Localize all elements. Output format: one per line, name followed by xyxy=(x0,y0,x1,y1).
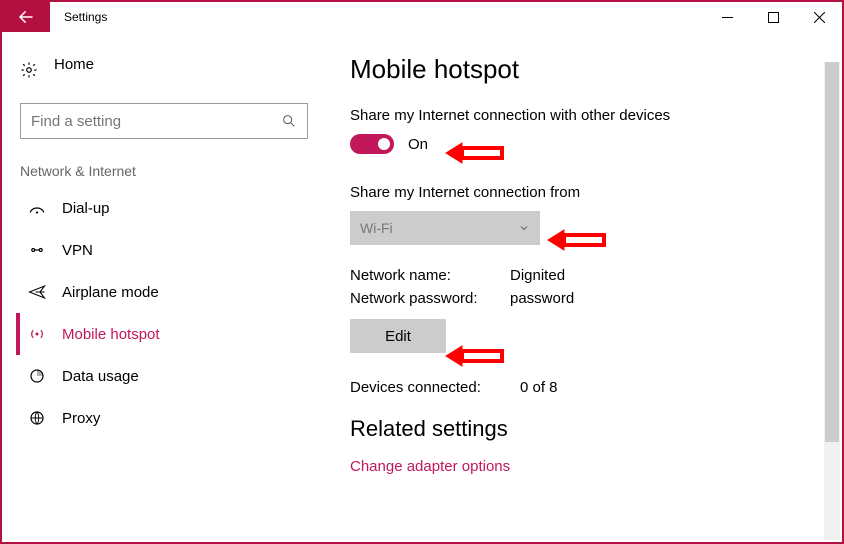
home-label: Home xyxy=(54,56,94,73)
search-input[interactable] xyxy=(31,113,281,130)
sidebar-item-label: Airplane mode xyxy=(62,284,159,301)
toggle-knob xyxy=(378,138,390,150)
sidebar-item-label: Proxy xyxy=(62,410,100,427)
search-box[interactable] xyxy=(20,103,308,139)
share-from-select[interactable]: Wi-Fi xyxy=(350,211,540,245)
sidebar-item-proxy[interactable]: Proxy xyxy=(16,397,312,439)
toggle-state-label: On xyxy=(408,136,428,153)
devices-connected-label: Devices connected: xyxy=(350,379,520,396)
sidebar-item-label: Mobile hotspot xyxy=(62,326,160,343)
close-button[interactable] xyxy=(796,2,842,32)
sidebar-item-vpn[interactable]: VPN xyxy=(16,229,312,271)
sidebar-item-mobile-hotspot[interactable]: Mobile hotspot xyxy=(16,313,312,355)
back-button[interactable] xyxy=(2,2,50,32)
maximize-button[interactable] xyxy=(750,2,796,32)
share-from-label: Share my Internet connection from xyxy=(350,184,824,201)
maximize-icon xyxy=(768,12,779,23)
hotspot-icon xyxy=(28,325,46,343)
scrollbar-thumb[interactable] xyxy=(825,62,839,442)
network-password-label: Network password: xyxy=(350,290,510,307)
window-controls xyxy=(704,2,842,32)
minimize-icon xyxy=(722,12,733,23)
search-icon xyxy=(281,113,297,129)
scrollbar[interactable] xyxy=(824,62,840,540)
network-name-value: Dignited xyxy=(510,267,565,284)
sidebar-item-data-usage[interactable]: Data usage xyxy=(16,355,312,397)
sidebar-item-label: Dial-up xyxy=(62,200,110,217)
dial-up-icon xyxy=(28,199,46,217)
proxy-icon xyxy=(28,409,46,427)
chevron-down-icon xyxy=(518,222,530,234)
sidebar-item-label: VPN xyxy=(62,242,93,259)
section-title: Network & Internet xyxy=(16,157,312,187)
page-title: Mobile hotspot xyxy=(350,54,824,85)
annotation-arrow xyxy=(546,224,610,259)
annotation-arrow xyxy=(444,340,508,375)
minimize-button[interactable] xyxy=(704,2,750,32)
window-title: Settings xyxy=(50,2,704,32)
content-pane: Mobile hotspot Share my Internet connect… xyxy=(322,32,842,542)
gear-icon xyxy=(20,61,38,79)
title-bar: Settings xyxy=(2,2,842,32)
home-nav[interactable]: Home xyxy=(16,50,312,99)
share-from-value: Wi-Fi xyxy=(360,220,393,236)
network-name-label: Network name: xyxy=(350,267,510,284)
share-connection-label: Share my Internet connection with other … xyxy=(350,107,824,124)
sidebar-item-label: Data usage xyxy=(62,368,139,385)
sidebar: Home Network & Internet Dial-up VPN xyxy=(2,32,322,542)
sidebar-item-airplane-mode[interactable]: Airplane mode xyxy=(16,271,312,313)
edit-button[interactable]: Edit xyxy=(350,319,446,353)
vpn-icon xyxy=(28,241,46,259)
network-password-value: password xyxy=(510,290,574,307)
change-adapter-link[interactable]: Change adapter options xyxy=(350,458,824,475)
sidebar-item-dial-up[interactable]: Dial-up xyxy=(16,187,312,229)
settings-window: Settings Home xyxy=(0,0,844,544)
data-usage-icon xyxy=(28,367,46,385)
close-icon xyxy=(814,12,825,23)
related-settings-heading: Related settings xyxy=(350,416,824,442)
arrow-left-icon xyxy=(17,8,35,26)
share-toggle[interactable] xyxy=(350,134,394,154)
devices-connected-value: 0 of 8 xyxy=(520,379,558,396)
airplane-icon xyxy=(28,283,46,301)
